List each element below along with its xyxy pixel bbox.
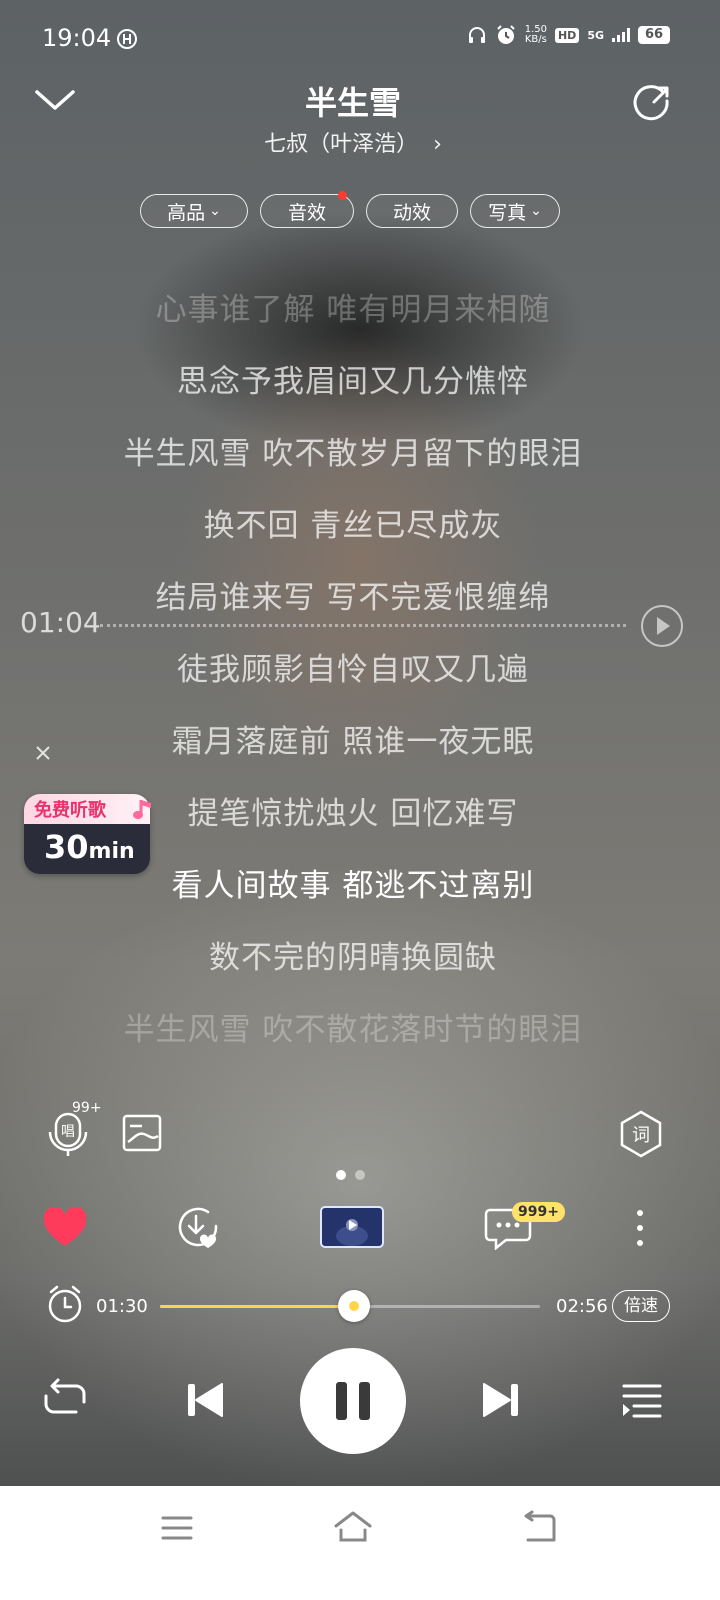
- quality-pill[interactable]: 高品 ⌄: [140, 194, 248, 228]
- lyric-seek-time: 01:04: [20, 606, 101, 639]
- poster-icon[interactable]: [122, 1114, 162, 1152]
- menu-icon[interactable]: [160, 1514, 194, 1542]
- hd-badge: HD: [554, 27, 580, 43]
- progress-thumb[interactable]: [337, 1290, 370, 1322]
- back-icon[interactable]: [520, 1510, 558, 1544]
- quality-pill-label: 高品: [167, 201, 206, 224]
- download-icon[interactable]: [174, 1204, 222, 1252]
- song-title: 半生雪: [304, 84, 401, 122]
- lyric-line-active[interactable]: 看人间故事 都逃不过离别: [0, 864, 706, 936]
- play-from-lyric-icon[interactable]: [640, 604, 684, 648]
- unknown-status-icon: [116, 28, 138, 50]
- repeat-icon[interactable]: [42, 1378, 88, 1420]
- motion-effect-pill[interactable]: 动效: [366, 194, 458, 228]
- lyric-line[interactable]: 思念予我眉间又几分憔悴: [0, 360, 706, 432]
- heart-icon[interactable]: [42, 1208, 88, 1248]
- artist-name: 七叔（叶泽浩）: [264, 132, 419, 157]
- close-icon[interactable]: [34, 744, 52, 762]
- signal-bars-icon: [612, 28, 630, 42]
- play-pause-button[interactable]: [300, 1348, 406, 1454]
- motion-effect-pill-label: 动效: [392, 201, 431, 224]
- share-icon[interactable]: [630, 80, 672, 122]
- mv-thumbnail[interactable]: [320, 1206, 384, 1248]
- home-icon[interactable]: [332, 1510, 374, 1544]
- promo-label: 免费听歌: [34, 800, 106, 821]
- svg-text:词: 词: [632, 1125, 650, 1146]
- sound-effect-pill-label: 音效: [287, 201, 326, 224]
- lyric-line[interactable]: 换不回 青丝已尽成灰: [0, 504, 706, 576]
- alarm-icon: [495, 24, 517, 46]
- page-indicator: [336, 1170, 365, 1180]
- lyric-seek-line: [100, 624, 626, 627]
- playlist-icon[interactable]: [620, 1382, 662, 1420]
- lyric-line[interactable]: 数不完的阴晴换圆缺: [0, 936, 706, 1008]
- lyric-line[interactable]: 心事谁了解 唯有明月来相随: [0, 288, 706, 360]
- photo-pill-label: 写真: [488, 201, 527, 224]
- promo-duration-unit: min: [88, 839, 135, 864]
- comment-count-badge: 999+: [512, 1202, 565, 1222]
- page-dot-active: [336, 1170, 346, 1180]
- pause-icon: [336, 1382, 370, 1420]
- photo-pill[interactable]: 写真 ⌄: [470, 194, 560, 228]
- promo-duration: 30min: [44, 828, 135, 866]
- artist-link[interactable]: 七叔（叶泽浩） ›: [0, 126, 706, 158]
- quality-effect-pills: 高品 ⌄ 音效 动效 写真 ⌄: [140, 191, 560, 228]
- lyric-line[interactable]: 半生风雪 吹不散花落时节的眼泪: [0, 1008, 706, 1080]
- notification-dot: [338, 191, 347, 200]
- lyric-line[interactable]: 结局谁来写 写不完爱恨缠绵: [0, 576, 706, 648]
- lyrics-panel[interactable]: 心事谁了解 唯有明月来相随 思念予我眉间又几分憔悴 半生风雪 吹不散岁月留下的眼…: [0, 288, 706, 1080]
- chevron-down-icon: ⌄: [530, 203, 542, 219]
- battery-indicator: 66: [638, 26, 670, 44]
- sound-effect-pill[interactable]: 音效: [260, 191, 354, 228]
- svg-text:唱: 唱: [61, 1124, 75, 1140]
- artist-chevron-icon: ›: [433, 132, 442, 157]
- skip-next-icon[interactable]: [480, 1380, 522, 1420]
- total-time: 02:56: [556, 1296, 608, 1317]
- alarm-clock-icon[interactable]: [46, 1284, 84, 1324]
- lyric-line[interactable]: 徒我顾影自怜自叹又几遍: [0, 648, 706, 720]
- music-note-icon: [132, 796, 154, 822]
- signal-label: 5G: [587, 28, 604, 42]
- net-speed-unit: KB/s: [524, 34, 547, 45]
- page-dot: [355, 1170, 365, 1180]
- lyric-line[interactable]: 半生风雪 吹不散岁月留下的眼泪: [0, 432, 706, 504]
- lyrics-mode-icon[interactable]: 词: [618, 1110, 664, 1158]
- system-navigation-bar: [0, 1486, 720, 1600]
- lyric-line[interactable]: 霜月落庭前 照谁一夜无眠: [0, 720, 706, 792]
- progress-bar[interactable]: [160, 1290, 540, 1322]
- playback-speed-button[interactable]: 倍速: [612, 1290, 670, 1322]
- player-screen: 19:04 1.50 KB/s HD 5G 66 半生雪 七叔（叶泽浩） › 高…: [0, 0, 720, 1600]
- current-time: 01:30: [96, 1296, 148, 1317]
- status-time: 19:04: [42, 24, 112, 52]
- chevron-down-icon: ⌄: [209, 203, 221, 219]
- progress-fill: [160, 1305, 354, 1308]
- status-icons: 1.50 KB/s HD 5G 66: [467, 24, 670, 46]
- promo-duration-value: 30: [44, 828, 89, 866]
- headphones-icon: [467, 25, 487, 45]
- sing-count-badge: 99+: [72, 1100, 102, 1116]
- skip-previous-icon[interactable]: [184, 1380, 226, 1420]
- net-speed: 1.50 KB/s: [525, 25, 547, 45]
- more-vertical-icon[interactable]: [632, 1208, 648, 1248]
